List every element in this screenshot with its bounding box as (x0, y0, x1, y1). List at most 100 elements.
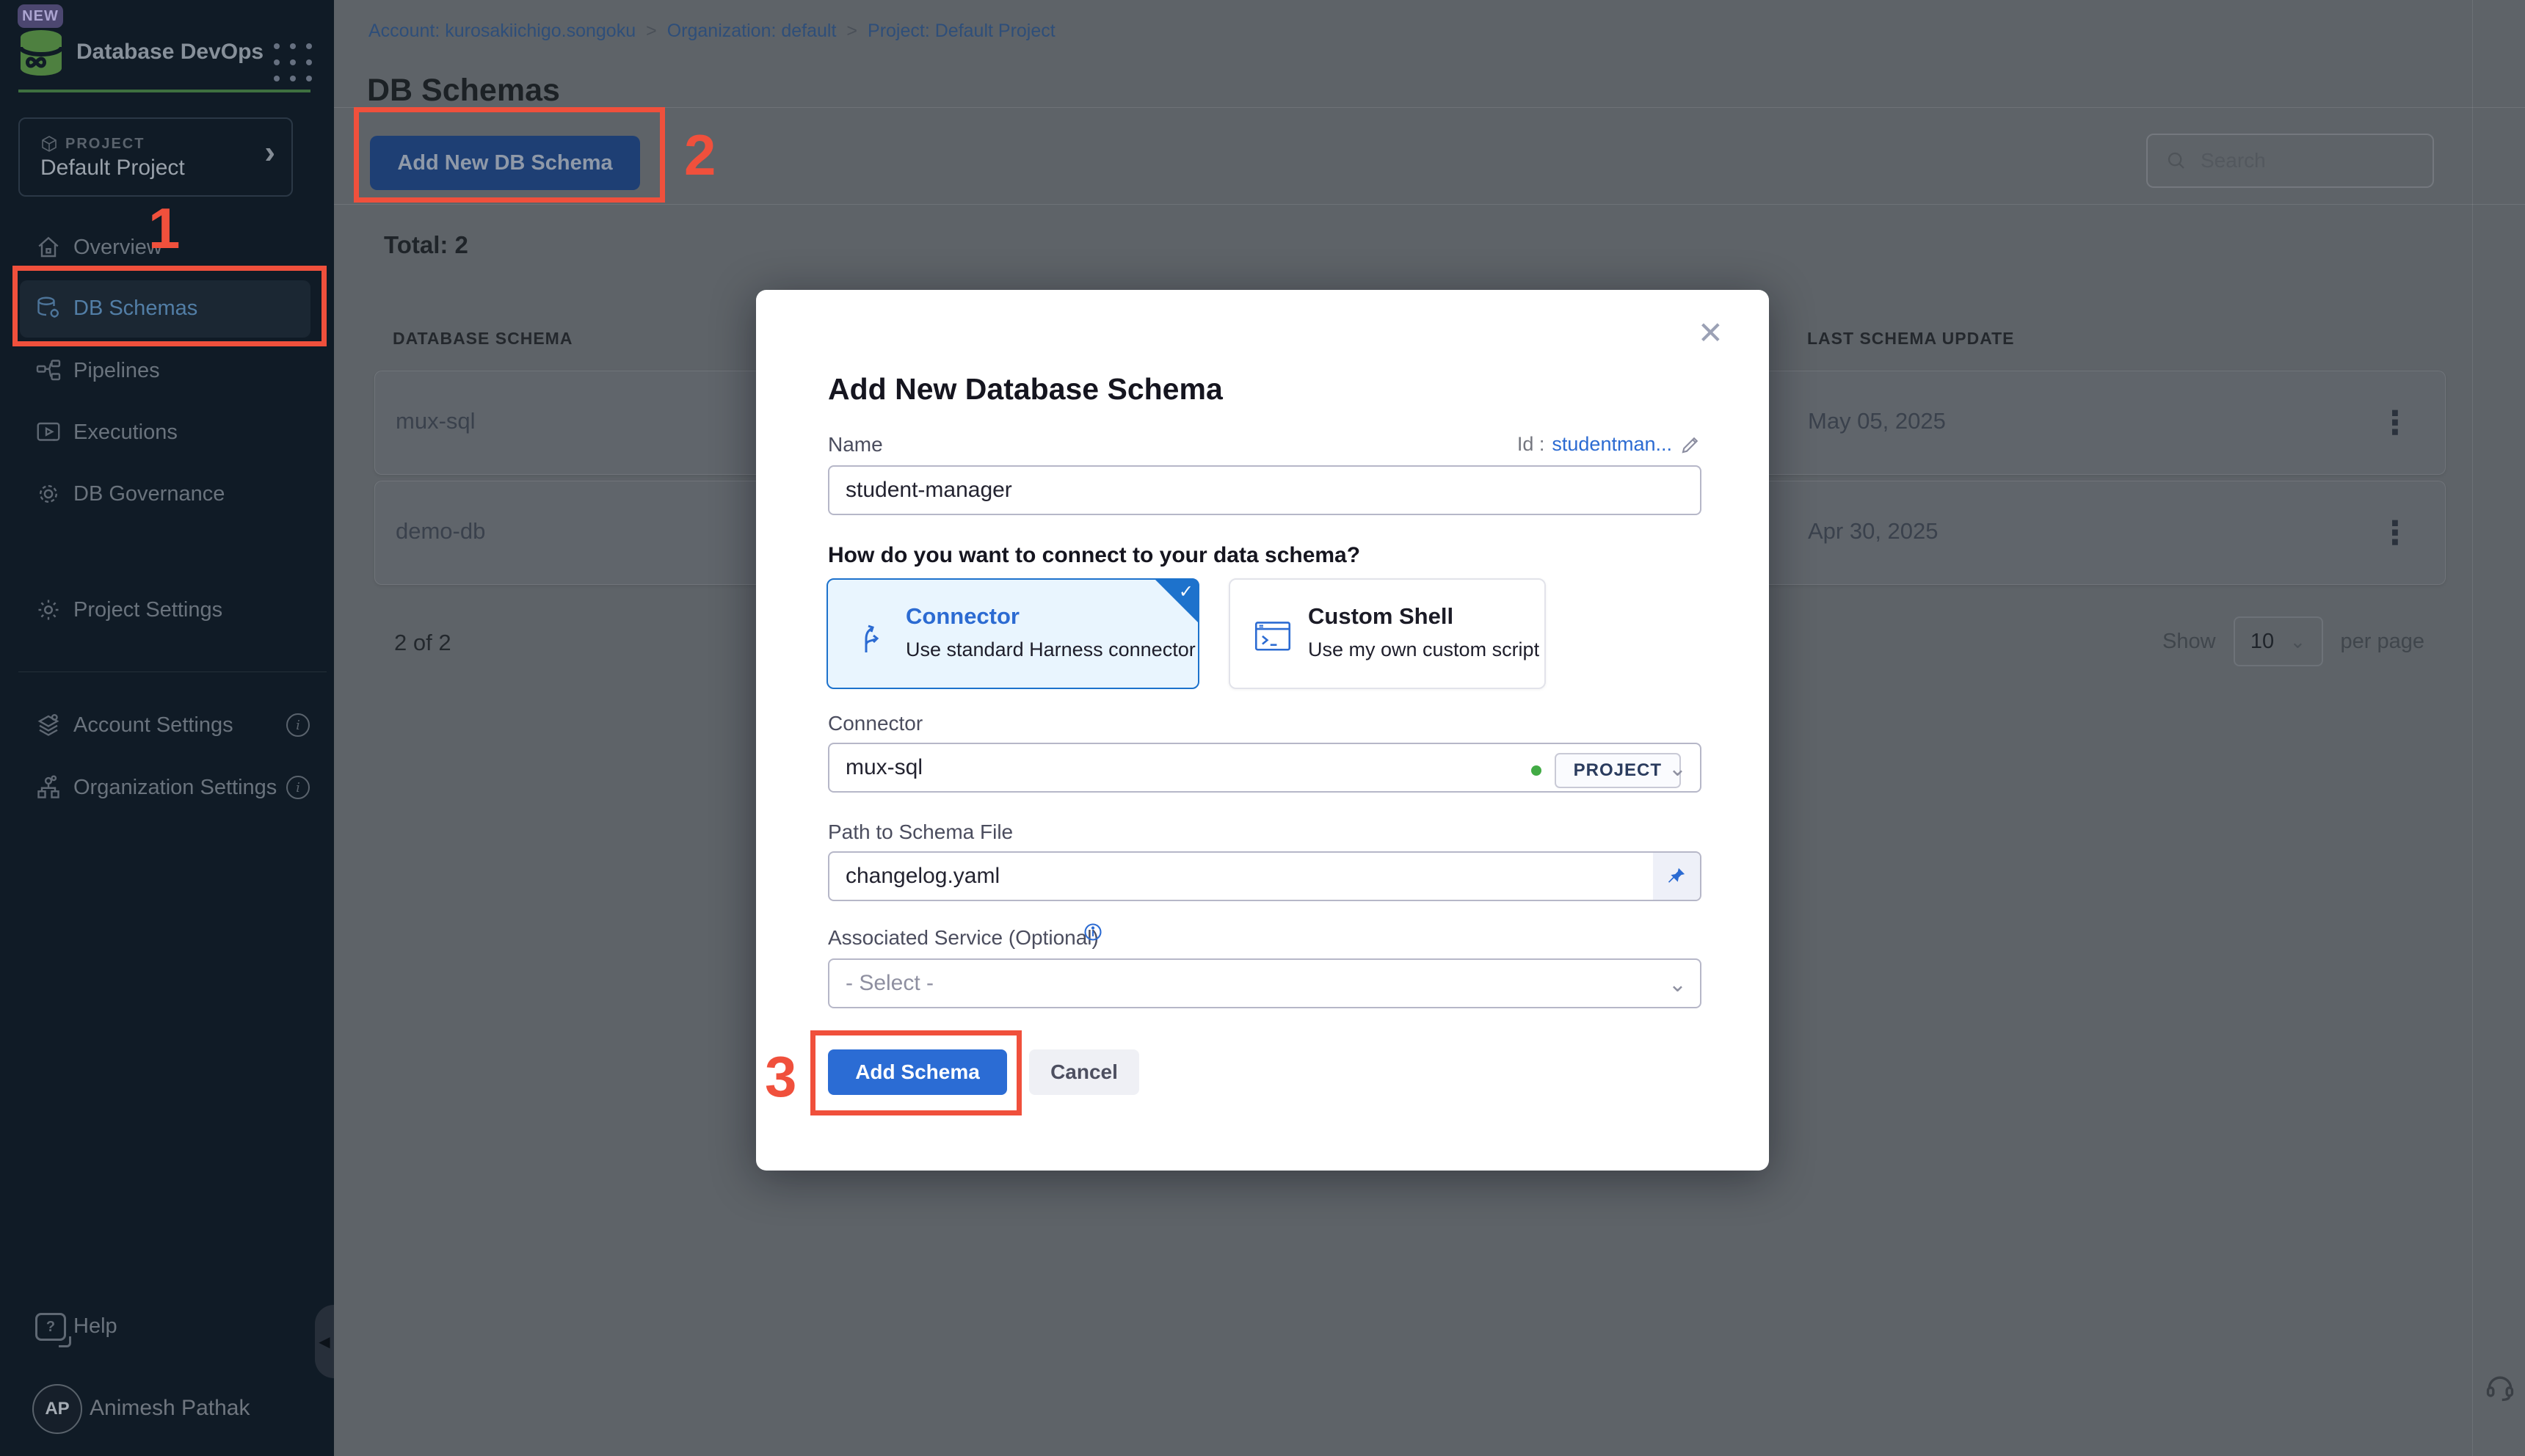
info-icon: i (286, 776, 310, 799)
add-schema-button[interactable]: Add Schema (828, 1049, 1007, 1095)
layers-gear-icon (35, 712, 62, 738)
option-card-connector[interactable]: Connector Use standard Harness connector… (826, 578, 1199, 689)
option-card-custom-shell[interactable]: Custom Shell Use my own custom script (1229, 578, 1546, 689)
sidebar-item-db-schemas[interactable]: DB Schemas (0, 277, 334, 339)
check-icon: ✓ (1179, 581, 1194, 603)
chevron-down-icon: ⌄ (1668, 972, 1687, 997)
sidebar-collapse-handle[interactable]: ◀ (315, 1305, 334, 1378)
home-icon (35, 234, 62, 261)
page-title: DB Schemas (367, 73, 560, 109)
pipelines-icon (35, 357, 62, 384)
sidebar-item-overview[interactable]: Overview (0, 216, 334, 278)
project-selector-label: PROJECT (40, 135, 145, 153)
app-title: Database DevOps (76, 40, 264, 65)
modal-title: Add New Database Schema (828, 372, 1223, 407)
close-icon[interactable]: ✕ (1698, 318, 1723, 349)
sidebar-item-organization-settings[interactable]: Organization Settings i (0, 757, 334, 818)
db-schema-icon (35, 295, 62, 321)
add-new-db-schema-button[interactable]: Add New DB Schema (370, 136, 640, 190)
breadcrumb: Account: kurosakiichigo.songoku > Organi… (368, 21, 1056, 42)
option-title: Connector (906, 603, 1020, 630)
connect-question: How do you want to connect to your data … (828, 543, 1360, 568)
total-count: Total: 2 (384, 231, 468, 259)
content-right-divider (2472, 0, 2473, 1456)
id-row: Id : studentman... (1517, 433, 1701, 456)
column-header-last-schema-update: LAST SCHEMA UPDATE (1807, 329, 2015, 349)
info-icon (1083, 922, 1103, 942)
info-icon: i (286, 713, 310, 737)
page-size-dropdown[interactable]: 10 ⌄ (2234, 616, 2323, 666)
chevron-down-icon: ⌄ (1668, 756, 1687, 782)
gear-icon (35, 597, 62, 623)
path-input[interactable] (828, 851, 1701, 901)
new-badge: NEW (18, 4, 63, 28)
path-label: Path to Schema File (828, 820, 1013, 844)
per-page-label: per page (2341, 630, 2425, 654)
project-selector-value: Default Project (40, 156, 185, 181)
search-icon (2165, 150, 2187, 172)
connector-fork-icon (856, 620, 891, 655)
help-chat-icon: ? (35, 1313, 62, 1339)
breadcrumb-separator: > (846, 21, 857, 42)
column-header-database-schema: DATABASE SCHEMA (393, 329, 573, 349)
option-title: Custom Shell (1308, 603, 1453, 630)
executions-icon (35, 419, 62, 445)
selected-corner-badge: ✓ (1154, 578, 1199, 624)
sidebar-item-executions[interactable]: Executions (0, 401, 334, 463)
sidebar: NEW Database DevOps PROJECT (0, 0, 334, 1456)
collapse-arrow-icon: ◀ (319, 1333, 330, 1351)
connector-label: Connector (828, 712, 923, 735)
org-chart-gear-icon (35, 774, 62, 801)
last-update-date: May 05, 2025 (1808, 408, 1946, 434)
app-switcher-icon[interactable] (269, 38, 317, 87)
name-input[interactable] (828, 465, 1701, 515)
avatar[interactable]: AP (32, 1384, 82, 1434)
id-value-link[interactable]: studentman... (1552, 433, 1672, 456)
pin-icon (1666, 866, 1687, 887)
last-update-date: Apr 30, 2025 (1808, 518, 1939, 545)
sidebar-item-pipelines[interactable]: Pipelines (0, 340, 334, 401)
id-prefix: Id : (1517, 433, 1545, 456)
sidebar-item-help[interactable]: ? Help (0, 1295, 334, 1357)
sidebar-item-account-settings[interactable]: Account Settings i (0, 694, 334, 756)
pagination-controls: Show 10 ⌄ per page (2162, 616, 2424, 666)
database-devops-logo-icon (19, 29, 63, 76)
logo-underline (18, 90, 310, 92)
user-name[interactable]: Animesh Pathak (90, 1396, 250, 1421)
toolbar-bottom-border (334, 204, 2525, 205)
chevron-right-icon: › (264, 136, 275, 169)
add-schema-modal: ✕ Add New Database Schema Name Id : stud… (756, 290, 1769, 1171)
option-subtitle: Use my own custom script (1308, 638, 1539, 661)
cancel-button[interactable]: Cancel (1029, 1049, 1139, 1095)
search-box (2146, 134, 2434, 188)
project-selector[interactable]: PROJECT Default Project › (18, 117, 293, 197)
pagination-range: 2 of 2 (394, 630, 451, 656)
breadcrumb-project-link[interactable]: Project: Default Project (868, 21, 1056, 42)
kebab-menu-icon[interactable]: ⋮ (2373, 399, 2417, 446)
status-dot (1531, 765, 1541, 776)
schema-name: demo-db (396, 518, 485, 545)
screen: NEW Database DevOps PROJECT (0, 0, 2525, 1456)
cube-icon (40, 135, 58, 153)
scope-badge: PROJECT (1555, 753, 1681, 788)
connector-scope: PROJECT (1531, 753, 1681, 788)
chevron-down-icon: ⌄ (2289, 630, 2306, 653)
name-label: Name (828, 433, 883, 456)
toolbar-top-border (334, 107, 2525, 108)
governance-gear-icon (35, 481, 62, 507)
breadcrumb-account-link[interactable]: Account: kurosakiichigo.songoku (368, 21, 636, 42)
sidebar-item-db-governance[interactable]: DB Governance (0, 463, 334, 525)
show-label: Show (2162, 630, 2216, 654)
breadcrumb-separator: > (646, 21, 657, 42)
option-subtitle: Use standard Harness connector (906, 638, 1196, 661)
pin-button[interactable] (1653, 853, 1700, 900)
headset-support-icon[interactable] (2484, 1371, 2516, 1403)
sidebar-divider (18, 671, 327, 672)
kebab-menu-icon[interactable]: ⋮ (2373, 509, 2417, 556)
associated-service-select[interactable]: - Select - (828, 958, 1701, 1008)
breadcrumb-organization-link[interactable]: Organization: default (667, 21, 837, 42)
terminal-icon (1254, 620, 1292, 655)
edit-pencil-icon[interactable] (1679, 434, 1701, 456)
sidebar-item-project-settings[interactable]: Project Settings (0, 579, 334, 641)
search-input[interactable] (2199, 148, 2408, 173)
